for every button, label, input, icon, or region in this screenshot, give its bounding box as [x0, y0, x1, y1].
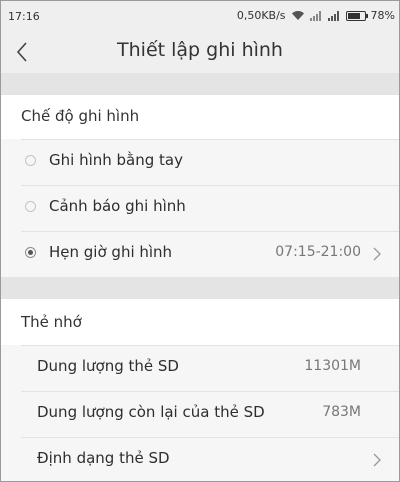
status-time: 17:16 — [8, 10, 40, 23]
section-divider — [1, 277, 399, 299]
divider — [21, 231, 399, 232]
row-label: Dung lượng thẻ SD — [37, 357, 179, 375]
option-label: Ghi hình bằng tay — [49, 151, 183, 169]
option-label: Cảnh báo ghi hình — [49, 197, 186, 215]
format-sd-card-row[interactable]: Định dạng thẻ SD — [1, 437, 399, 481]
divider — [21, 391, 399, 392]
network-speed: 0,50KB/s — [236, 9, 286, 22]
signal-icon — [327, 10, 341, 21]
divider — [21, 345, 399, 346]
divider — [21, 437, 399, 438]
chevron-right-icon — [373, 247, 381, 261]
chevron-right-icon — [373, 453, 381, 467]
radio-button-selected[interactable] — [25, 247, 36, 258]
sd-card-capacity-value: 11301M — [304, 358, 361, 374]
section-label-memory-card: Thẻ nhớ — [21, 313, 82, 331]
wifi-icon — [291, 10, 305, 21]
battery-level — [347, 12, 360, 19]
divider — [21, 185, 399, 186]
status-indicators: 0,50KB/s 78% — [237, 9, 395, 22]
battery-icon — [345, 10, 368, 21]
section-divider — [1, 73, 399, 95]
divider — [21, 139, 399, 140]
battery-percent: 78% — [370, 9, 395, 22]
option-manual-recording[interactable]: Ghi hình bằng tay — [1, 139, 399, 185]
schedule-time-value: 07:15-21:00 — [275, 244, 361, 260]
radio-button[interactable] — [25, 155, 36, 166]
signal-icon — [309, 10, 323, 21]
option-alarm-recording[interactable]: Cảnh báo ghi hình — [1, 185, 399, 231]
sd-card-remaining-value: 783M — [322, 404, 361, 420]
sd-card-remaining-row: Dung lượng còn lại của thẻ SD 783M — [1, 391, 399, 437]
sd-card-capacity-row: Dung lượng thẻ SD 11301M — [1, 345, 399, 391]
radio-button[interactable] — [25, 201, 36, 212]
section-label-recording-mode: Chế độ ghi hình — [21, 107, 140, 125]
status-bar: 17:16 0,50KB/s 78% — [1, 1, 399, 31]
row-label: Dung lượng còn lại của thẻ SD — [37, 403, 265, 421]
option-scheduled-recording[interactable]: Hẹn giờ ghi hình 07:15-21:00 — [1, 231, 399, 277]
row-label: Định dạng thẻ SD — [37, 449, 170, 467]
header: Thiết lập ghi hình — [1, 31, 399, 73]
page-title: Thiết lập ghi hình — [117, 39, 283, 61]
option-label: Hẹn giờ ghi hình — [49, 243, 173, 261]
